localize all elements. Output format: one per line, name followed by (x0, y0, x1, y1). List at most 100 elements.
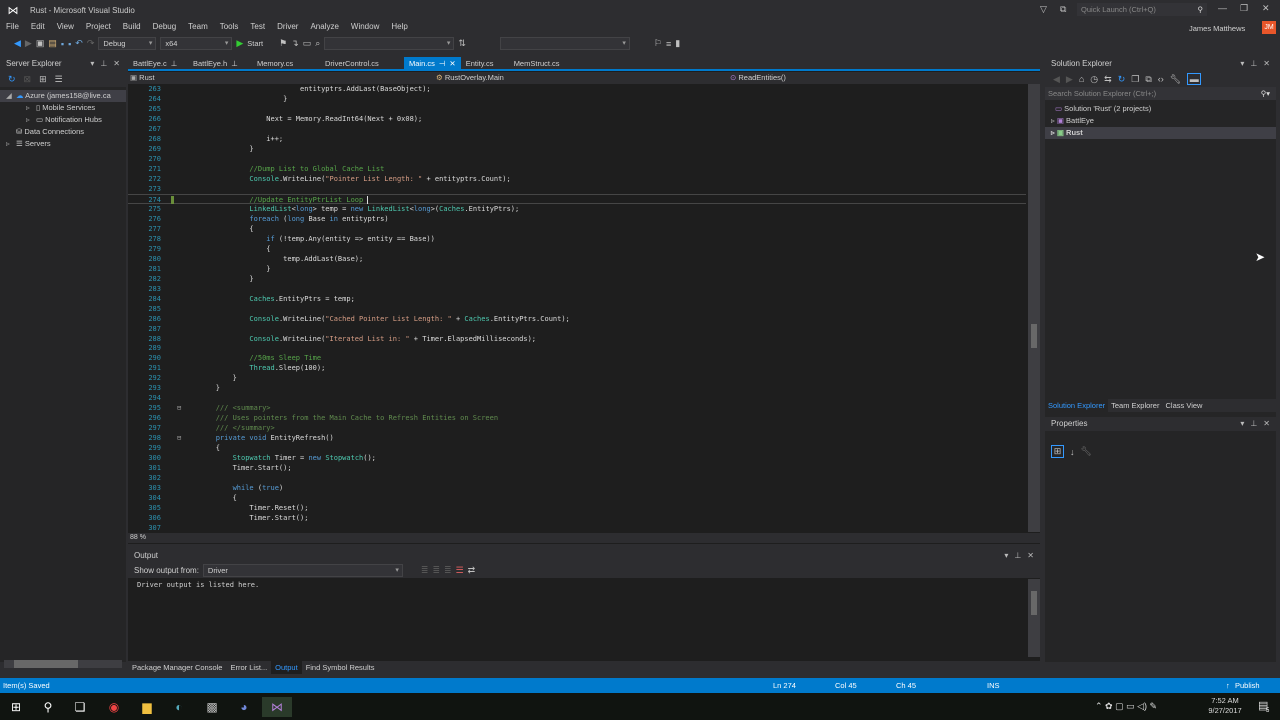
forward-icon[interactable]: ▶ (1066, 74, 1073, 85)
menu-tools[interactable]: Tools (214, 20, 245, 34)
home-icon[interactable]: ⌂ (1079, 74, 1084, 84)
outline-collapse-icon[interactable]: ⊟ (177, 403, 181, 413)
word-wrap-icon[interactable]: ⇄ (468, 565, 476, 576)
save-icon[interactable]: ▪ (61, 39, 64, 49)
preview-selected-icon[interactable]: ▬ (1187, 73, 1202, 85)
close-icon[interactable]: ✕ (1263, 417, 1270, 431)
server-explorer-item[interactable]: ⛁ Data Connections (0, 126, 126, 138)
collapse-arrow-icon[interactable]: ◢ (6, 90, 16, 102)
bottom-tab-package-manager-console[interactable]: Package Manager Console (128, 661, 226, 674)
start-play-icon[interactable]: ▶ (236, 38, 243, 49)
find-icon[interactable]: ⌕ (315, 38, 320, 49)
outline-collapse-icon[interactable]: ⊟ (177, 433, 181, 443)
show-all-files-icon[interactable]: ⧉ (1145, 74, 1151, 85)
refresh-icon[interactable]: ↻ (8, 74, 16, 85)
pin-icon[interactable]: ⊥ (1014, 549, 1021, 563)
bookmark-set-icon[interactable]: ▮ (675, 38, 680, 49)
dropdown-icon[interactable]: ▾ (1240, 417, 1244, 431)
feedback-icon[interactable]: ⧉ (1060, 4, 1066, 15)
project-dropdown[interactable]: ▣ Rust (130, 72, 430, 84)
tab-memstruct-cs[interactable]: MemStruct.cs (509, 57, 579, 69)
project-node-rust[interactable]: ▹ ▣ Rust (1045, 127, 1276, 139)
visual-studio-taskbar-icon[interactable]: ⋈ (262, 697, 292, 717)
menu-edit[interactable]: Edit (25, 20, 51, 34)
solution-search-input[interactable]: Search Solution Explorer (Ctrl+;) ⚲▾ (1045, 87, 1276, 100)
system-tray-icons[interactable]: ⌃ ✿ ▢ ▭ ◁) ✎ (1095, 701, 1157, 712)
close-window-button[interactable]: ✕ (1262, 3, 1270, 14)
pin-icon[interactable]: ⊥ (231, 59, 238, 68)
sync-icon[interactable]: ⇆ (1104, 74, 1112, 85)
member-dropdown[interactable]: ⊙ ReadEntities() (730, 72, 1036, 84)
solution-node[interactable]: ▭ Solution 'Rust' (2 projects) (1045, 103, 1276, 115)
server-explorer-item[interactable]: ▹ ▯ Mobile Services (0, 102, 126, 114)
find-message-icon[interactable]: ≣ (421, 565, 429, 576)
dropdown-icon[interactable]: ▾ (1240, 57, 1244, 71)
app-icon[interactable]: ▩ (202, 697, 222, 717)
output-scrollbar[interactable] (1028, 579, 1040, 657)
menu-team[interactable]: Team (182, 20, 214, 34)
start-button[interactable]: Start (247, 39, 263, 48)
menu-help[interactable]: Help (385, 20, 413, 34)
open-file-icon[interactable]: ▤ (48, 38, 57, 49)
server-explorer-item[interactable]: ▹ ☰ Servers (0, 138, 126, 150)
menu-file[interactable]: File (0, 20, 25, 34)
tab-battleye-c[interactable]: BattlEye.c ⊥ (128, 57, 188, 69)
server-explorer-item[interactable]: ▹ ▭ Notification Hubs (0, 114, 126, 126)
tab-main-cs[interactable]: Main.cs ⊣ ✕ (404, 57, 461, 69)
expand-arrow-icon[interactable]: ▹ (26, 102, 36, 114)
horizontal-scrollbar[interactable] (4, 660, 122, 668)
solution-combo[interactable] (499, 37, 630, 50)
menu-analyze[interactable]: Analyze (304, 20, 344, 34)
close-icon[interactable]: ✕ (1027, 549, 1034, 563)
user-name[interactable]: James Matthews (1189, 24, 1245, 33)
platform-select[interactable]: x64 (160, 37, 233, 50)
menu-project[interactable]: Project (80, 20, 117, 34)
tab-drivercontrol-cs[interactable]: DriverControl.cs (320, 57, 404, 69)
clock-time[interactable]: 7:52 AM (1205, 696, 1245, 705)
collapse-all-icon[interactable]: ❐ (1131, 74, 1139, 85)
pending-changes-icon[interactable]: ◷ (1090, 74, 1098, 85)
bottom-tab-find-symbol-results[interactable]: Find Symbol Results (302, 661, 379, 674)
vertical-scrollbar[interactable] (1028, 84, 1040, 532)
quick-launch-input[interactable]: Quick Launch (Ctrl+Q) ⚲ (1077, 3, 1207, 16)
find-combo[interactable] (324, 37, 455, 50)
dropdown-icon[interactable]: ▾ (90, 57, 94, 71)
zoom-level[interactable]: 88 % (130, 534, 146, 541)
step-icon[interactable]: ↴ (291, 38, 299, 49)
back-icon[interactable]: ◀ (14, 38, 21, 49)
prev-message-icon[interactable]: ≣ (432, 565, 440, 576)
steam-icon[interactable]: ◐ (169, 697, 189, 717)
property-pages-icon[interactable]: 🔧︎ (1081, 445, 1092, 458)
view-code-icon[interactable]: ‹› (1158, 74, 1164, 84)
menu-build[interactable]: Build (117, 20, 147, 34)
redo-icon[interactable]: ↷ (87, 38, 95, 49)
search-icon[interactable]: ⚲ (38, 697, 58, 717)
tab-class-view[interactable]: Class View (1162, 399, 1205, 412)
properties-wrench-icon[interactable]: 🔧︎ (1170, 74, 1181, 85)
output-source-select[interactable]: Driver (202, 564, 403, 577)
tab-entity-cs[interactable]: Entity.cs (461, 57, 509, 69)
task-view-icon[interactable]: ❏ (70, 697, 90, 717)
indent-icon[interactable]: ≡ (666, 39, 671, 49)
stop-icon[interactable]: ⊠ (24, 74, 32, 85)
restore-button[interactable]: ❐ (1240, 3, 1248, 14)
clear-all-icon[interactable]: ☰ (456, 565, 464, 576)
attach-icon[interactable]: ⚑ (279, 38, 287, 49)
next-message-icon[interactable]: ≣ (444, 565, 452, 576)
alphabetical-icon[interactable]: ↓ (1070, 445, 1075, 458)
save-all-icon[interactable]: ▪ (68, 39, 71, 49)
bottom-tab-output[interactable]: Output (271, 661, 302, 674)
configuration-select[interactable]: Debug (98, 37, 157, 50)
pin-icon[interactable]: ⊥ (171, 59, 178, 68)
expand-arrow-icon[interactable]: ▹ (26, 114, 36, 126)
bottom-tab-error-list-[interactable]: Error List... (226, 661, 271, 674)
connect-database-icon[interactable]: ⊞ (39, 74, 47, 85)
connect-server-icon[interactable]: ☰ (55, 74, 63, 85)
refresh-icon[interactable]: ↻ (1118, 74, 1126, 85)
menu-driver[interactable]: Driver (271, 20, 304, 34)
publish-button[interactable]: Publish (1235, 678, 1260, 693)
close-icon[interactable]: ✕ (113, 57, 120, 71)
menu-debug[interactable]: Debug (147, 20, 183, 34)
pin-icon[interactable]: ⊣ (439, 59, 446, 68)
class-dropdown[interactable]: ⚙ RustOverlay.Main (436, 72, 726, 84)
